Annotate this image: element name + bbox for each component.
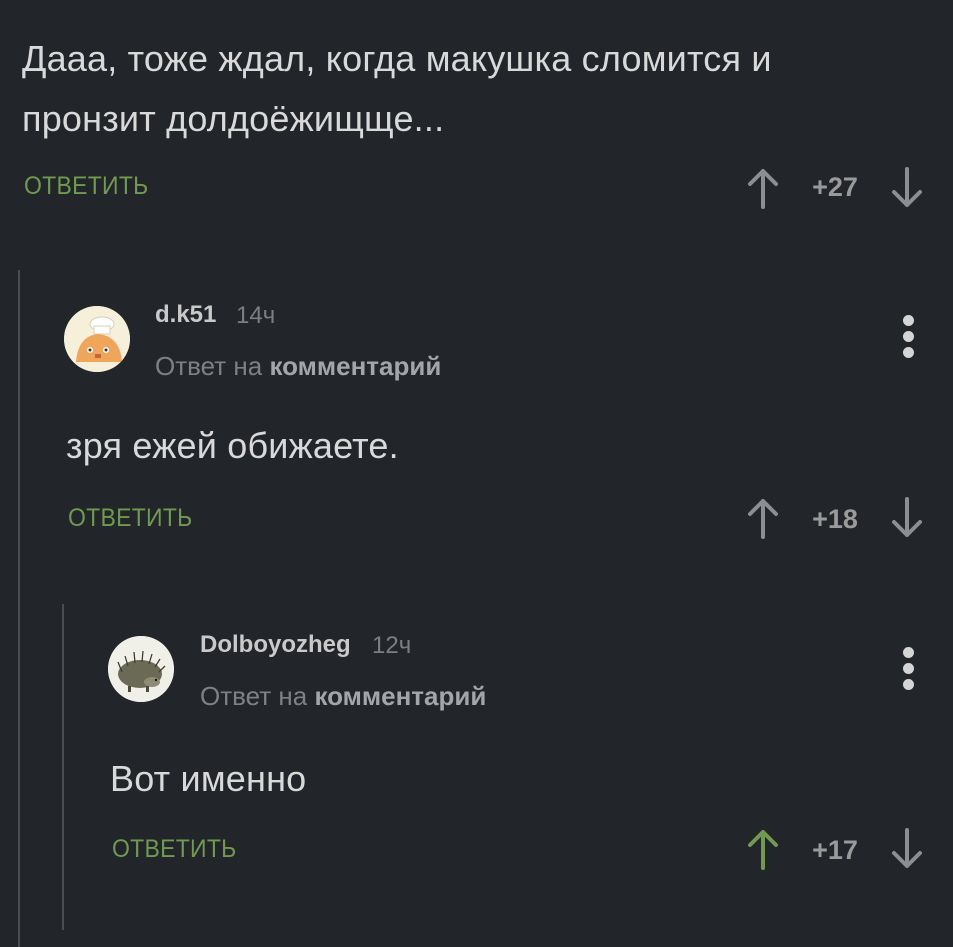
vote-score: +18 <box>812 504 858 534</box>
more-vertical-icon[interactable] <box>903 647 915 695</box>
username[interactable]: Dolboyozheg <box>200 631 351 659</box>
arrow-up-icon[interactable] <box>746 828 780 870</box>
arrow-up-icon[interactable] <box>746 497 780 539</box>
more-vertical-icon[interactable] <box>903 315 915 363</box>
comment-text-line2: пронзит долдоёжищще... <box>22 98 445 139</box>
comment-text-line1: Дааа, тоже ждал, когда макушка сломится … <box>22 38 772 79</box>
avatar[interactable] <box>64 306 130 372</box>
timestamp: 12ч <box>372 632 412 659</box>
comment-text: Вот именно <box>110 758 307 799</box>
vote-score: +17 <box>812 835 858 865</box>
arrow-down-icon[interactable] <box>890 497 924 539</box>
username[interactable]: d.k51 <box>155 301 216 329</box>
timestamp: 14ч <box>236 302 276 329</box>
arrow-up-icon[interactable] <box>746 167 780 209</box>
avatar[interactable] <box>108 636 174 702</box>
reply-to-prefix: Ответ на <box>200 681 308 711</box>
arrow-down-icon[interactable] <box>890 167 924 209</box>
reply-to-prefix: Ответ на <box>155 351 263 381</box>
vote-score: +27 <box>812 172 858 202</box>
reply-button[interactable]: ОТВЕТИТЬ <box>68 504 193 533</box>
reply-to-link[interactable]: Ответ на комментарий <box>200 681 486 712</box>
thread-line-level1 <box>18 270 20 947</box>
reply-button[interactable]: ОТВЕТИТЬ <box>112 835 237 864</box>
reply-button[interactable]: ОТВЕТИТЬ <box>24 172 149 201</box>
arrow-down-icon[interactable] <box>890 828 924 870</box>
thread-line-level2 <box>62 604 64 930</box>
reply-to-target[interactable]: комментарий <box>269 351 441 381</box>
comment-text: зря ежей обижаете. <box>66 425 399 466</box>
reply-to-target[interactable]: комментарий <box>314 681 486 711</box>
reply-to-link[interactable]: Ответ на комментарий <box>155 351 441 382</box>
